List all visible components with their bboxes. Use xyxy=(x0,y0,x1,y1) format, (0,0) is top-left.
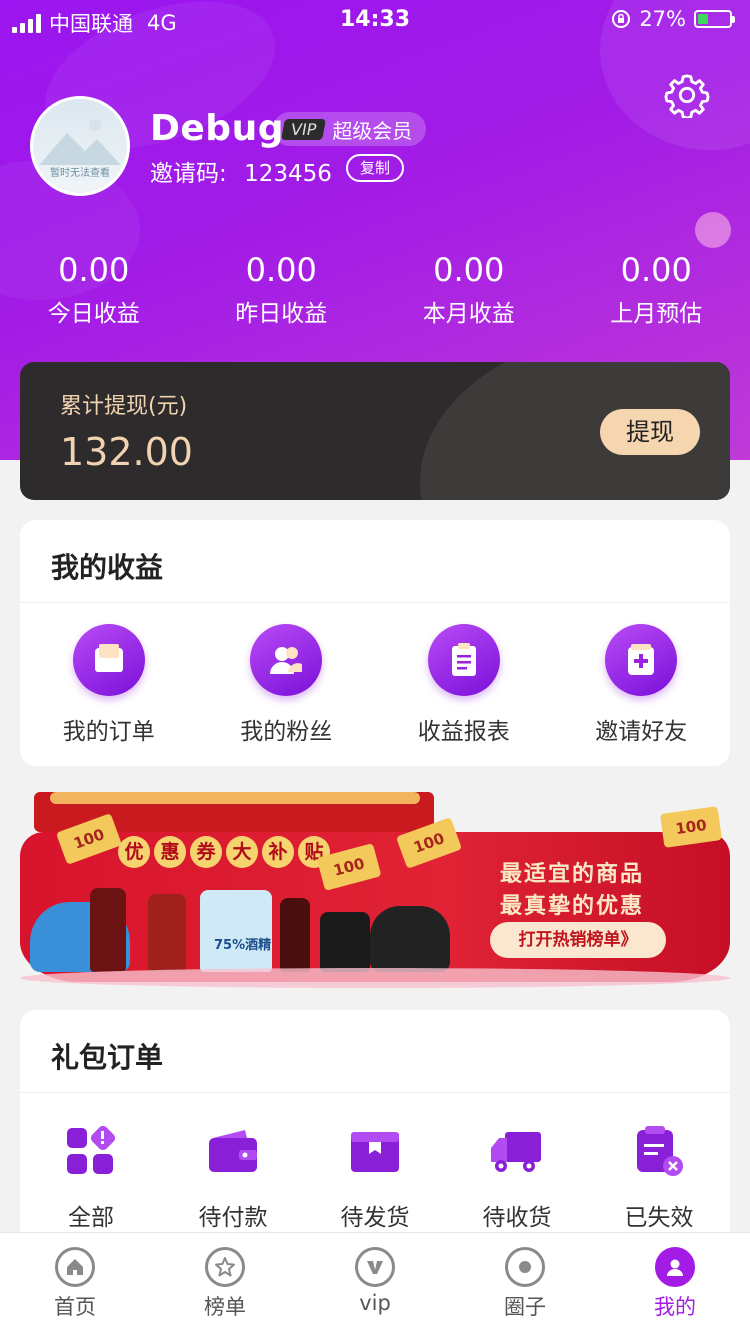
my-fans-entry[interactable]: 我的粉丝 xyxy=(198,624,376,746)
withdraw-total-amount: 132.00 xyxy=(60,430,193,474)
headline-char: 惠 xyxy=(154,836,186,868)
decor-dot xyxy=(695,212,731,248)
tab-label: 圈子 xyxy=(504,1295,546,1319)
entry-label: 收益报表 xyxy=(417,719,510,745)
tab-home[interactable]: 首页 xyxy=(0,1233,150,1334)
stat-label: 今日收益 xyxy=(47,301,140,327)
entry-label: 邀请好友 xyxy=(595,719,688,745)
vip-tag: VIP xyxy=(281,118,327,140)
stat-yesterday[interactable]: 0.00 昨日收益 xyxy=(188,250,376,328)
expired-icon xyxy=(637,1126,683,1176)
copy-invite-button[interactable]: 复制 xyxy=(346,154,405,182)
banner-wave xyxy=(20,968,730,988)
profile-page: 中国联通 4G 14:33 27% 暂时无法查看 Debug VIP 超级会员 … xyxy=(0,0,750,1334)
invite-label: 邀请码: xyxy=(150,161,227,187)
divider xyxy=(20,602,730,603)
status-bar: 中国联通 4G 14:33 27% xyxy=(0,0,750,40)
package-icon xyxy=(351,1132,399,1172)
orientation-lock-icon xyxy=(612,10,631,28)
stat-value: 0.00 xyxy=(620,251,692,289)
tab-vip[interactable]: vip xyxy=(300,1233,450,1334)
open-hot-list-button[interactable]: 打开热销榜单》 xyxy=(490,922,666,958)
home-icon xyxy=(55,1247,95,1287)
my-orders-entry[interactable]: 我的订单 xyxy=(20,624,198,746)
tab-label: 榜单 xyxy=(204,1295,246,1319)
headline-char: 补 xyxy=(262,836,294,868)
banner-roof-edge xyxy=(50,792,420,804)
battery-percent: 27% xyxy=(639,7,686,31)
tab-label: 我的 xyxy=(654,1295,696,1319)
banner-slogan-1: 最适宜的商品 xyxy=(500,862,645,887)
all-orders-icon xyxy=(67,1125,116,1174)
gift-orders-card: 礼包订单 全部 待付款 待发货 待收货 已失效 xyxy=(20,1010,730,1250)
headline-char: 大 xyxy=(226,836,258,868)
gift-pending-receipt-entry[interactable]: 待收货 xyxy=(446,1124,588,1232)
entry-label: 待发货 xyxy=(340,1205,410,1231)
user-icon xyxy=(655,1247,695,1287)
stat-label: 上月预估 xyxy=(610,301,703,327)
tab-circle[interactable]: 圈子 xyxy=(450,1233,600,1334)
entry-label: 我的订单 xyxy=(62,719,155,745)
invite-friends-entry[interactable]: 邀请好友 xyxy=(553,624,731,746)
stat-value: 0.00 xyxy=(433,251,505,289)
tab-label: 首页 xyxy=(54,1295,96,1319)
product-label: 75%酒精 xyxy=(214,938,272,953)
circle-icon xyxy=(505,1247,545,1287)
withdraw-total-label: 累计提现(元) xyxy=(60,394,188,419)
username: Debug xyxy=(150,108,284,149)
banner-products: 75%酒精 xyxy=(30,884,460,972)
earnings-stats: 0.00 今日收益 0.00 昨日收益 0.00 本月收益 0.00 上月预估 xyxy=(0,250,750,328)
tab-mine[interactable]: 我的 xyxy=(600,1233,750,1334)
entry-label: 已失效 xyxy=(624,1205,694,1231)
invite-icon xyxy=(605,624,678,696)
stat-value: 0.00 xyxy=(245,251,317,289)
headline-char: 券 xyxy=(190,836,222,868)
earnings-report-entry[interactable]: 收益报表 xyxy=(375,624,553,746)
stat-today[interactable]: 0.00 今日收益 xyxy=(0,250,188,328)
stat-label: 昨日收益 xyxy=(235,301,328,327)
invite-code: 123456 xyxy=(244,161,332,187)
promo-banner[interactable]: 优 惠 券 大 补 贴 100 100 100 100 75%酒精 最适宜的商品… xyxy=(20,792,730,992)
vip-icon xyxy=(355,1247,395,1287)
section-title: 礼包订单 xyxy=(51,1041,164,1074)
invite-code-row: 邀请码: 123456 xyxy=(150,154,332,188)
avatar-placeholder-text: 暂时无法查看 xyxy=(50,168,110,179)
banner-slogan-2: 最真挚的优惠 xyxy=(500,894,645,919)
bottom-tab-bar: 首页 榜单 vip 圈子 我的 xyxy=(0,1232,750,1334)
report-icon xyxy=(427,624,500,696)
wallet-icon xyxy=(209,1130,257,1172)
banner-headline: 优 惠 券 大 补 贴 xyxy=(118,836,330,868)
settings-gear-icon[interactable] xyxy=(664,72,710,118)
fans-icon xyxy=(250,624,323,696)
gift-pending-payment-entry[interactable]: 待付款 xyxy=(162,1124,304,1232)
gift-pending-shipment-entry[interactable]: 待发货 xyxy=(304,1124,446,1232)
section-title: 我的收益 xyxy=(51,551,164,584)
divider xyxy=(20,1092,730,1093)
truck-icon xyxy=(491,1132,541,1172)
stat-value: 0.00 xyxy=(58,251,130,289)
vip-badge: VIP 超级会员 xyxy=(273,112,427,146)
stat-this-month[interactable]: 0.00 本月收益 xyxy=(375,250,563,328)
entry-label: 待付款 xyxy=(198,1205,268,1231)
withdraw-card: 累计提现(元) 132.00 提现 xyxy=(20,362,730,500)
vip-level: 超级会员 xyxy=(332,118,413,143)
avatar[interactable]: 暂时无法查看 xyxy=(30,96,130,196)
order-icon xyxy=(72,624,145,696)
my-earnings-card: 我的收益 我的订单 我的粉丝 收益报表 邀请好友 xyxy=(20,520,730,766)
stat-label: 本月收益 xyxy=(422,301,515,327)
headline-char: 优 xyxy=(118,836,150,868)
entry-label: 全部 xyxy=(68,1205,114,1231)
tab-label: vip xyxy=(359,1291,391,1315)
entry-label: 我的粉丝 xyxy=(240,719,333,745)
withdraw-button[interactable]: 提现 xyxy=(600,409,700,455)
entry-label: 待收货 xyxy=(482,1205,552,1231)
star-icon xyxy=(205,1247,245,1287)
battery-icon xyxy=(694,10,735,28)
tab-rankings[interactable]: 榜单 xyxy=(150,1233,300,1334)
stat-last-month-estimate[interactable]: 0.00 上月预估 xyxy=(563,250,750,328)
gift-all-entry[interactable]: 全部 xyxy=(20,1124,162,1232)
gift-expired-entry[interactable]: 已失效 xyxy=(588,1124,730,1232)
